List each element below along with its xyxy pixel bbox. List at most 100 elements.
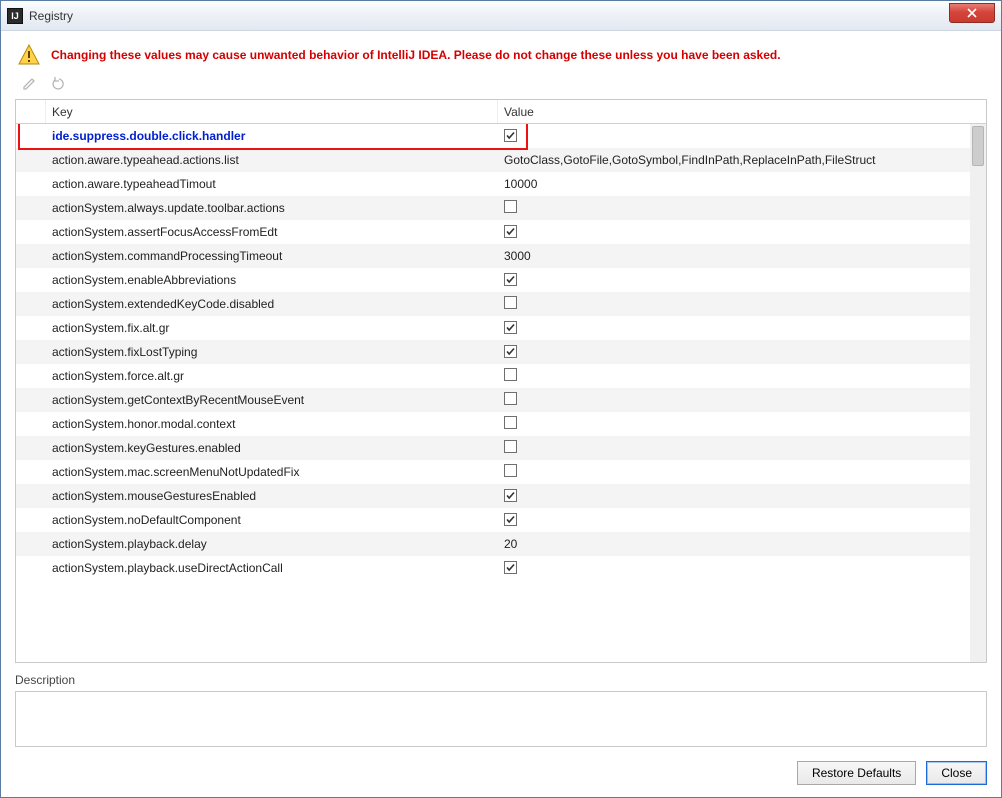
checkbox[interactable] [504, 345, 517, 358]
vertical-scrollbar[interactable] [970, 124, 986, 662]
row-value[interactable] [498, 321, 986, 336]
checkbox[interactable] [504, 296, 517, 309]
row-key: actionSystem.fixLostTyping [46, 345, 498, 359]
row-value[interactable] [498, 200, 986, 216]
scrollbar-thumb[interactable] [972, 126, 984, 166]
row-key: actionSystem.playback.delay [46, 537, 498, 551]
checkbox[interactable] [504, 416, 517, 429]
table-row[interactable]: ide.suppress.double.click.handler [16, 124, 986, 148]
row-key: action.aware.typeahead.actions.list [46, 153, 498, 167]
row-value[interactable]: 20 [498, 537, 986, 551]
row-value[interactable] [498, 489, 986, 504]
header-gutter [16, 100, 46, 123]
row-key: actionSystem.force.alt.gr [46, 369, 498, 383]
checkbox[interactable] [504, 129, 517, 142]
table-row[interactable]: actionSystem.playback.delay20 [16, 532, 986, 556]
revert-icon [50, 76, 66, 92]
row-value[interactable] [498, 513, 986, 528]
window-close-button[interactable] [949, 3, 995, 23]
titlebar: IJ Registry [1, 1, 1001, 31]
registry-dialog: IJ Registry Changing these values may ca… [0, 0, 1002, 798]
row-key: actionSystem.mouseGesturesEnabled [46, 489, 498, 503]
row-key: actionSystem.extendedKeyCode.disabled [46, 297, 498, 311]
checkbox[interactable] [504, 464, 517, 477]
row-value[interactable] [498, 345, 986, 360]
dialog-footer: Restore Defaults Close [15, 747, 987, 785]
table-row[interactable]: actionSystem.mouseGesturesEnabled [16, 484, 986, 508]
checkbox[interactable] [504, 225, 517, 238]
checkbox[interactable] [504, 321, 517, 334]
dialog-content: Changing these values may cause unwanted… [1, 31, 1001, 797]
table-header: Key Value [16, 100, 986, 124]
table-row[interactable]: actionSystem.force.alt.gr [16, 364, 986, 388]
restore-defaults-button[interactable]: Restore Defaults [797, 761, 916, 785]
checkbox[interactable] [504, 273, 517, 286]
table-row[interactable]: actionSystem.fixLostTyping [16, 340, 986, 364]
row-key: actionSystem.keyGestures.enabled [46, 441, 498, 455]
table-row[interactable]: actionSystem.commandProcessingTimeout300… [16, 244, 986, 268]
checkbox[interactable] [504, 489, 517, 502]
warning-icon [17, 43, 41, 67]
window-title: Registry [29, 9, 73, 23]
checkbox[interactable] [504, 440, 517, 453]
row-key: actionSystem.noDefaultComponent [46, 513, 498, 527]
row-value[interactable] [498, 225, 986, 240]
table-row[interactable]: actionSystem.assertFocusAccessFromEdt [16, 220, 986, 244]
checkbox[interactable] [504, 561, 517, 574]
row-key: actionSystem.fix.alt.gr [46, 321, 498, 335]
checkbox[interactable] [504, 513, 517, 526]
row-value[interactable] [498, 368, 986, 384]
app-icon: IJ [7, 8, 23, 24]
close-icon [966, 8, 978, 18]
header-value[interactable]: Value [498, 100, 986, 123]
warning-banner: Changing these values may cause unwanted… [15, 41, 987, 75]
row-value[interactable] [498, 416, 986, 432]
row-value[interactable] [498, 273, 986, 288]
description-label: Description [15, 673, 987, 687]
row-key: actionSystem.honor.modal.context [46, 417, 498, 431]
table-row[interactable]: actionSystem.noDefaultComponent [16, 508, 986, 532]
row-value[interactable] [498, 392, 986, 408]
checkbox[interactable] [504, 200, 517, 213]
table-row[interactable]: actionSystem.getContextByRecentMouseEven… [16, 388, 986, 412]
row-key: actionSystem.getContextByRecentMouseEven… [46, 393, 498, 407]
table-row[interactable]: action.aware.typeahead.actions.listGotoC… [16, 148, 986, 172]
table-row[interactable]: actionSystem.fix.alt.gr [16, 316, 986, 340]
table-row[interactable]: actionSystem.enableAbbreviations [16, 268, 986, 292]
row-value[interactable] [498, 129, 986, 144]
table-row[interactable]: actionSystem.extendedKeyCode.disabled [16, 292, 986, 316]
table-row[interactable]: actionSystem.honor.modal.context [16, 412, 986, 436]
row-value[interactable]: 3000 [498, 249, 986, 263]
edit-button[interactable] [21, 75, 39, 93]
row-key: actionSystem.mac.screenMenuNotUpdatedFix [46, 465, 498, 479]
row-value[interactable] [498, 561, 986, 576]
row-key: actionSystem.playback.useDirectActionCal… [46, 561, 498, 575]
close-button[interactable]: Close [926, 761, 987, 785]
row-value[interactable] [498, 296, 986, 312]
registry-table: Key Value ide.suppress.double.click.hand… [15, 99, 987, 663]
table-row[interactable]: actionSystem.keyGestures.enabled [16, 436, 986, 460]
checkbox[interactable] [504, 368, 517, 381]
revert-button[interactable] [49, 75, 67, 93]
warning-text: Changing these values may cause unwanted… [51, 48, 781, 62]
table-row[interactable]: actionSystem.mac.screenMenuNotUpdatedFix [16, 460, 986, 484]
checkbox[interactable] [504, 392, 517, 405]
description-section: Description [15, 673, 987, 747]
header-key[interactable]: Key [46, 100, 498, 123]
table-row[interactable]: actionSystem.always.update.toolbar.actio… [16, 196, 986, 220]
row-key: actionSystem.enableAbbreviations [46, 273, 498, 287]
row-key: ide.suppress.double.click.handler [46, 129, 498, 143]
row-key: actionSystem.always.update.toolbar.actio… [46, 201, 498, 215]
row-value[interactable] [498, 440, 986, 456]
row-key: actionSystem.commandProcessingTimeout [46, 249, 498, 263]
row-value[interactable]: 10000 [498, 177, 986, 191]
edit-icon [22, 76, 38, 92]
toolbar [15, 75, 987, 99]
table-body: ide.suppress.double.click.handler action.… [16, 124, 986, 662]
row-key: action.aware.typeaheadTimout [46, 177, 498, 191]
row-value[interactable] [498, 464, 986, 480]
row-value[interactable]: GotoClass,GotoFile,GotoSymbol,FindInPath… [498, 153, 986, 167]
table-row[interactable]: actionSystem.playback.useDirectActionCal… [16, 556, 986, 580]
row-key: actionSystem.assertFocusAccessFromEdt [46, 225, 498, 239]
table-row[interactable]: action.aware.typeaheadTimout10000 [16, 172, 986, 196]
